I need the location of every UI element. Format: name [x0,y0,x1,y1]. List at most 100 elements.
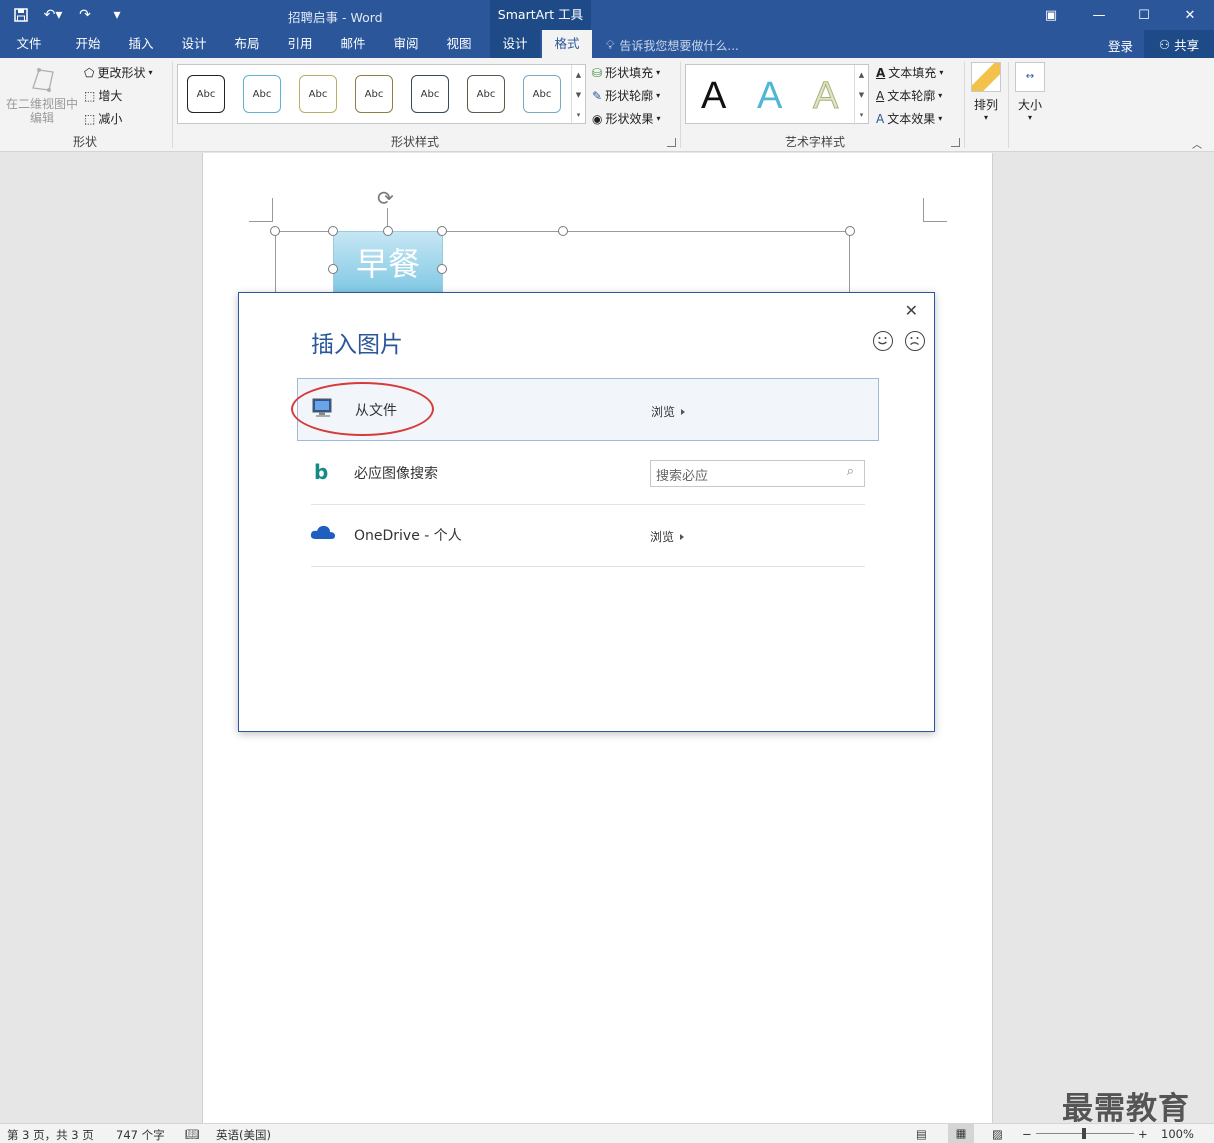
zoom-slider-thumb[interactable] [1082,1128,1086,1139]
web-layout-icon[interactable]: ▨ [992,1127,1003,1141]
shape-style-swatch[interactable]: Abc [523,75,561,113]
ribbon-format: 在二维视图中 编辑 ⬠ 更改形状 ▾ ⬚ 增大 ⬚ 减小 形状 Abc Abc A… [0,58,1214,152]
change-shape-icon: ⬠ [84,65,95,80]
source-onedrive[interactable]: OneDrive - 个人 浏览 [297,504,879,567]
larger-button[interactable]: ⬚ 增大 [84,87,122,104]
gallery-scroll-up-icon[interactable]: ▲ [854,65,868,85]
shape-style-swatch[interactable]: Abc [355,75,393,113]
shape-outline-button[interactable]: ✎ 形状轮廓 ▾ [592,87,660,104]
sign-in-link[interactable]: 登录 [1108,36,1133,55]
text-outline-button[interactable]: A 文本轮廓 ▾ [876,87,942,104]
rotate-handle-icon[interactable]: ⟳ [377,186,394,210]
zoom-out-icon[interactable]: − [1022,1127,1032,1141]
collapse-ribbon-icon[interactable]: ︿ [1192,136,1202,151]
undo-icon[interactable]: ↶▾ [40,4,66,26]
group-label-shape-styles: 形状样式 [390,135,439,149]
tab-mailings[interactable]: 邮件 [329,30,377,58]
customize-qat-icon[interactable]: ▾ [104,4,130,26]
wordart-style-blue[interactable]: A [757,75,782,118]
tab-design[interactable]: 设计 [170,30,218,58]
onedrive-label: OneDrive - 个人 [354,528,462,544]
text-outline-label: 文本轮廓 [887,89,936,103]
smile-feedback-icon[interactable] [873,331,893,351]
paint-bucket-icon: ⛁ [592,65,603,80]
page-count[interactable]: 第 3 页，共 3 页 [7,1127,94,1143]
tab-home[interactable]: 开始 [64,30,112,58]
tab-smartart-format[interactable]: 格式 [542,30,592,58]
maximize-icon[interactable]: ☐ [1121,0,1167,30]
tab-insert[interactable]: 插入 [117,30,165,58]
group-separator [172,62,173,148]
text-fill-button[interactable]: A 文本填充 ▾ [876,64,943,81]
read-mode-icon[interactable]: ▤ [916,1127,927,1141]
person-icon: ⚇ [1158,36,1171,52]
tab-layout[interactable]: 布局 [223,30,271,58]
shape-style-swatch[interactable]: Abc [411,75,449,113]
gallery-more-icon[interactable]: ▾ [571,105,585,125]
shape-handle[interactable] [328,226,338,236]
frown-feedback-icon[interactable] [905,331,925,351]
gallery-more-icon[interactable]: ▾ [854,105,868,125]
zoom-in-icon[interactable]: + [1138,1127,1148,1141]
group-separator [1008,62,1009,148]
tab-references[interactable]: 引用 [276,30,324,58]
resize-handle[interactable] [270,226,280,236]
pencil-icon: ✎ [592,88,603,103]
shape-handle[interactable] [328,264,338,274]
language-indicator[interactable]: 英语(美国) [216,1127,271,1143]
tell-me-search[interactable]: 💡︎ 告诉我您想要做什么... [606,37,739,54]
tab-smartart-design[interactable]: 设计 [490,30,540,58]
gallery-scroll-down-icon[interactable]: ▼ [854,85,868,105]
gallery-scroll-down-icon[interactable]: ▼ [571,85,585,105]
shape-style-swatch[interactable]: Abc [243,75,281,113]
resize-handle[interactable] [845,226,855,236]
save-icon[interactable] [8,4,34,26]
close-window-icon[interactable]: ✕ [1167,0,1213,30]
group-label-wordart: 艺术字样式 [784,135,845,149]
wordart-launcher-icon[interactable] [951,138,960,147]
shape-style-swatch[interactable]: Abc [467,75,505,113]
wordart-style-outline[interactable]: A [812,75,838,118]
arrange-icon [971,62,1001,92]
smaller-button[interactable]: ⬚ 减小 [84,110,122,127]
from-file-browse-link[interactable]: 浏览 [651,403,686,420]
tab-file[interactable]: 文件 [6,30,52,58]
share-button[interactable]: ⚇ 共享 [1144,30,1214,58]
change-shape-label: 更改形状 [97,66,146,80]
proofing-icon[interactable]: 📖︎ [185,1127,200,1141]
change-shape-button[interactable]: ⬠ 更改形状 ▾ [84,64,152,81]
shape-handle[interactable] [437,264,447,274]
size-button[interactable]: ↔ 大小 ▾ [1010,62,1050,122]
shape-handle[interactable] [383,226,393,236]
zoom-level[interactable]: 100% [1161,1127,1194,1141]
tab-review[interactable]: 审阅 [382,30,430,58]
shape-fill-button[interactable]: ⛁ 形状填充 ▾ [592,64,660,81]
redo-icon[interactable]: ↷ [72,4,98,26]
insert-picture-dialog: ✕ 插入图片 从文件 浏览 b 必应图像搜索 搜索必应 ⌕ OneDrive -… [238,292,935,732]
shape-styles-launcher-icon[interactable] [667,138,676,147]
close-dialog-icon[interactable]: ✕ [905,301,918,320]
gallery-scroll-up-icon[interactable]: ▲ [571,65,585,85]
tab-view[interactable]: 视图 [435,30,483,58]
edit-in-2d-button[interactable]: 在二维视图中 编辑 [5,64,79,125]
minimize-icon[interactable]: — [1076,0,1122,30]
onedrive-browse-link[interactable]: 浏览 [650,528,685,545]
shape-handle[interactable] [437,226,447,236]
shape-style-swatch[interactable]: Abc [299,75,337,113]
bing-search-input[interactable]: 搜索必应 ⌕ [650,460,865,487]
ribbon-display-options-icon[interactable]: ▣ [1028,0,1074,30]
lightbulb-icon: 💡︎ [606,38,615,52]
shape-style-swatch[interactable]: Abc [187,75,225,113]
search-icon[interactable]: ⌕ [847,464,854,479]
arrange-button[interactable]: 排列 ▾ [966,62,1006,122]
source-bing-image-search[interactable]: b 必应图像搜索 搜索必应 ⌕ [297,442,879,505]
wordart-style-black[interactable]: A [701,75,726,118]
word-count[interactable]: 747 个字 [116,1127,165,1143]
resize-handle[interactable] [558,226,568,236]
smartart-shape[interactable]: 早餐 [333,231,443,295]
bing-search-label: 必应图像搜索 [354,466,438,482]
text-effects-button[interactable]: A 文本效果 ▾ [876,110,942,127]
text-effects-label: 文本效果 [887,112,936,126]
shape-effects-button[interactable]: ◉ 形状效果 ▾ [592,110,661,127]
print-layout-icon[interactable]: ▦ [948,1124,974,1143]
